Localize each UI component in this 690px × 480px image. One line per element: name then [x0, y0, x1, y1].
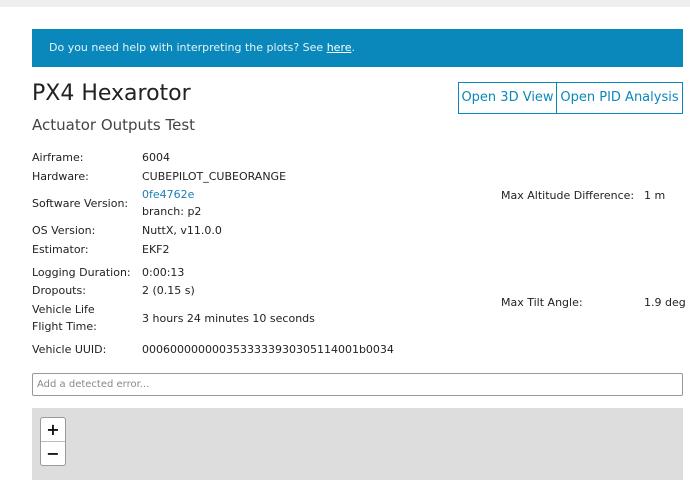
software-version-link[interactable]: 0fe4762e: [142, 188, 194, 201]
logging-duration-value: 0:00:13: [142, 266, 185, 279]
airframe-value: 6004: [142, 151, 170, 164]
software-branch: branch: p2: [142, 205, 202, 218]
help-banner-text: Do you need help with interpreting the p…: [49, 41, 327, 54]
software-version-label: Software Version:: [32, 197, 129, 210]
logging-duration-label: Logging Duration:: [32, 266, 131, 279]
os-version-value: NuttX, v11.0.0: [142, 224, 222, 237]
zoom-in-button[interactable]: +: [41, 418, 65, 441]
vehicle-life-value: 3 hours 24 minutes 10 seconds: [142, 312, 315, 325]
vehicle-life-label-line2: Flight Time:: [32, 320, 97, 333]
vehicle-life-label-line1: Vehicle Life: [32, 303, 95, 316]
max-tilt-label: Max Tilt Angle:: [501, 296, 583, 309]
vehicle-uuid-label: Vehicle UUID:: [32, 343, 107, 356]
page-subtitle: Actuator Outputs Test: [32, 116, 196, 134]
hardware-value: CUBEPILOT_CUBEORANGE: [142, 170, 287, 183]
zoom-out-button[interactable]: −: [41, 441, 65, 465]
max-altitude-label: Max Altitude Difference:: [501, 189, 635, 202]
open-pid-analysis-button[interactable]: Open PID Analysis: [556, 82, 683, 114]
hardware-label: Hardware:: [32, 170, 89, 183]
estimator-label: Estimator:: [32, 243, 89, 256]
map-area[interactable]: [32, 408, 683, 480]
detected-error-input[interactable]: [32, 373, 683, 396]
max-tilt-value: 1.9 deg: [644, 296, 686, 309]
estimator-value: EKF2: [142, 243, 170, 256]
dropouts-label: Dropouts:: [32, 284, 86, 297]
page-title: PX4 Hexarotor: [32, 81, 191, 106]
open-3d-view-button[interactable]: Open 3D View: [458, 82, 557, 114]
help-banner-suffix: .: [351, 41, 356, 54]
map-zoom-control: + −: [40, 417, 66, 466]
airframe-label: Airframe:: [32, 151, 84, 164]
help-banner: Do you need help with interpreting the p…: [32, 29, 683, 67]
os-version-label: OS Version:: [32, 224, 96, 237]
dropouts-value: 2 (0.15 s): [142, 284, 195, 297]
vehicle-uuid-value: 0006000000003533333930305114001b0034: [142, 343, 394, 356]
help-link[interactable]: here: [327, 41, 352, 54]
max-altitude-value: 1 m: [644, 189, 666, 202]
top-bar: [0, 0, 690, 7]
